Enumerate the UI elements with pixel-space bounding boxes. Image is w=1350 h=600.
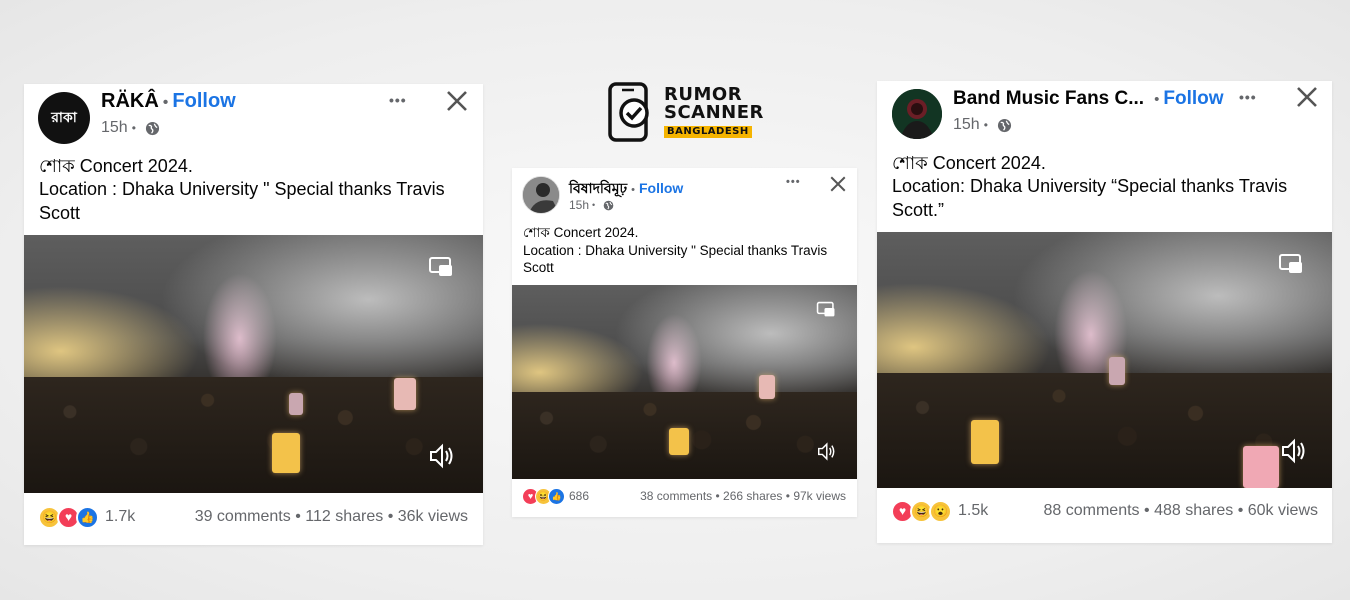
meta-separator: • [592,200,596,210]
post-stats: 88 comments • 488 shares • 60k views [1044,502,1319,520]
shares-count[interactable]: 266 shares [723,489,782,503]
post-text-line-1: শোক Concert 2024. [39,156,193,176]
timestamp[interactable]: 15h [569,198,589,212]
rumor-scanner-logo: RUMOR SCANNER BANGLADESH [606,80,764,144]
more-options-button[interactable]: ••• [786,176,801,188]
more-options-button[interactable]: ••• [1239,89,1257,105]
follow-button[interactable]: Follow [172,90,235,113]
post-card-2: বিষাদবিমূঢ় • Follow 15h • ••• শোক Conce… [512,168,857,517]
name-row: RÄKÂ • Follow [101,90,236,113]
post-text-line-2: Location : Dhaka University " Special th… [39,179,445,223]
picture-in-picture-icon[interactable] [816,301,836,318]
comments-count[interactable]: 38 comments [640,489,712,503]
meta-separator: • [983,118,988,132]
post-footer: ♥ 😆 👍 686 38 comments • 266 shares • 97k… [512,487,857,505]
name-row: Band Music Fans C... • Follow [953,88,1224,110]
reaction-count[interactable]: 686 [569,489,589,503]
speaker-icon[interactable] [429,443,457,469]
reactions[interactable]: ♥ 😆 👍 686 [522,487,589,505]
logo-line-2: SCANNER [664,102,764,123]
post-text: শোক Concert 2024. Location: Dhaka Univer… [892,152,1327,222]
shares-count[interactable]: 112 shares [305,508,383,525]
avatar-person-icon [523,177,559,213]
reactions[interactable]: ♥ 😆 😮 1.5k [891,499,988,523]
avatar-text: রাকা [51,110,77,126]
post-stats: 38 comments • 266 shares • 97k views [640,489,846,503]
close-icon[interactable] [829,175,847,193]
post-text: শোক Concert 2024. Location : Dhaka Unive… [523,224,853,277]
stat-separator: • [1144,502,1150,519]
separator: • [631,184,635,196]
shares-count[interactable]: 488 shares [1154,502,1233,519]
stat-separator: • [715,489,720,503]
stat-separator: • [295,508,301,525]
stat-separator: • [387,508,394,525]
meta-row: 15h • [953,116,1012,134]
like-reaction-icon: 👍 [76,505,99,529]
globe-icon [145,121,159,135]
globe-icon [603,200,614,210]
speaker-icon[interactable] [1281,438,1309,464]
logo-text: RUMOR SCANNER BANGLADESH [664,86,764,138]
follow-button[interactable]: Follow [1163,88,1223,110]
views-count: 60k views [1247,502,1318,519]
video-phone-screen [759,375,775,399]
stat-separator: • [1237,502,1244,519]
post-text-line-2: Location : Dhaka University " Special th… [523,242,828,276]
meta-separator: • [131,121,136,135]
post-text: শোক Concert 2024. Location : Dhaka Unive… [39,155,479,225]
picture-in-picture-icon[interactable] [1278,253,1304,275]
video-phone-screen [1243,446,1279,488]
reaction-count[interactable]: 1.7k [105,508,135,526]
avatar[interactable] [892,89,942,139]
video-phone-screen [394,378,416,410]
meta-row: 15h • [569,198,614,212]
avatar-person-icon [892,89,942,139]
globe-icon [997,118,1011,132]
video-phone-screen [1109,357,1125,385]
more-options-button[interactable]: ••• [389,92,407,108]
like-reaction-icon: 👍 [548,487,565,505]
close-icon[interactable] [445,89,469,113]
picture-in-picture-icon[interactable] [428,256,454,278]
phone-check-icon [608,82,649,142]
video-phone-screen [669,428,689,455]
separator: • [1154,91,1160,108]
comments-count[interactable]: 88 comments [1044,502,1140,519]
close-icon[interactable] [1295,85,1319,109]
post-text-line-1: শোক Concert 2024. [523,225,639,240]
post-text-line-2: Location: Dhaka University “Special than… [892,176,1288,220]
reaction-count[interactable]: 1.5k [958,502,988,520]
meta-row: 15h • [101,119,160,137]
separator: • [162,94,169,111]
video-player[interactable] [24,235,483,493]
speaker-icon[interactable] [817,442,838,461]
video-phone-screen [289,393,303,415]
comments-count[interactable]: 39 comments [195,508,291,525]
timestamp[interactable]: 15h [101,119,128,137]
post-footer: 😆 ♥ 👍 1.7k 39 comments • 112 shares • 36… [24,505,483,529]
reactions[interactable]: 😆 ♥ 👍 1.7k [38,505,135,529]
avatar[interactable] [522,176,560,214]
video-player[interactable] [512,285,857,479]
views-count: 97k views [793,489,846,503]
wow-reaction-icon: 😮 [929,499,952,523]
logo-badge: BANGLADESH [664,126,752,138]
author-name[interactable]: Band Music Fans C... [953,88,1144,110]
video-player[interactable] [877,232,1332,488]
post-text-line-1: শোক Concert 2024. [892,153,1046,173]
post-card-3: Band Music Fans C... • Follow 15h • ••• … [877,81,1332,543]
views-count: 36k views [397,508,468,525]
post-footer: ♥ 😆 😮 1.5k 88 comments • 488 shares • 60… [877,499,1332,523]
post-stats: 39 comments • 112 shares • 36k views [195,508,468,526]
video-phone-screen [272,433,300,473]
avatar[interactable]: রাকা [38,92,90,144]
post-card-1: রাকা RÄKÂ • Follow 15h • ••• শোক Concert… [24,84,483,545]
video-phone-screen [971,420,999,464]
follow-button[interactable]: Follow [639,180,683,196]
stat-separator: • [785,489,790,503]
timestamp[interactable]: 15h [953,116,980,134]
author-name[interactable]: RÄKÂ [101,90,159,113]
